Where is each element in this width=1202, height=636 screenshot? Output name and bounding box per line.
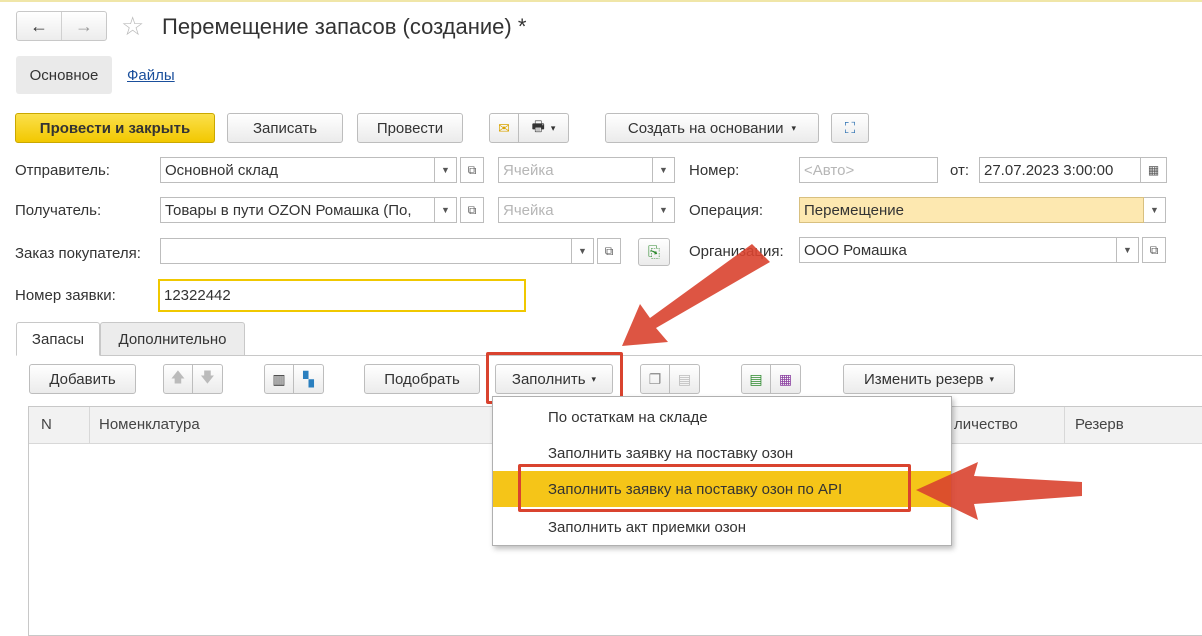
annotation-arrows bbox=[622, 244, 1082, 520]
arrow-to-fill-button bbox=[622, 244, 770, 346]
arrow-to-api-item bbox=[916, 462, 1082, 520]
